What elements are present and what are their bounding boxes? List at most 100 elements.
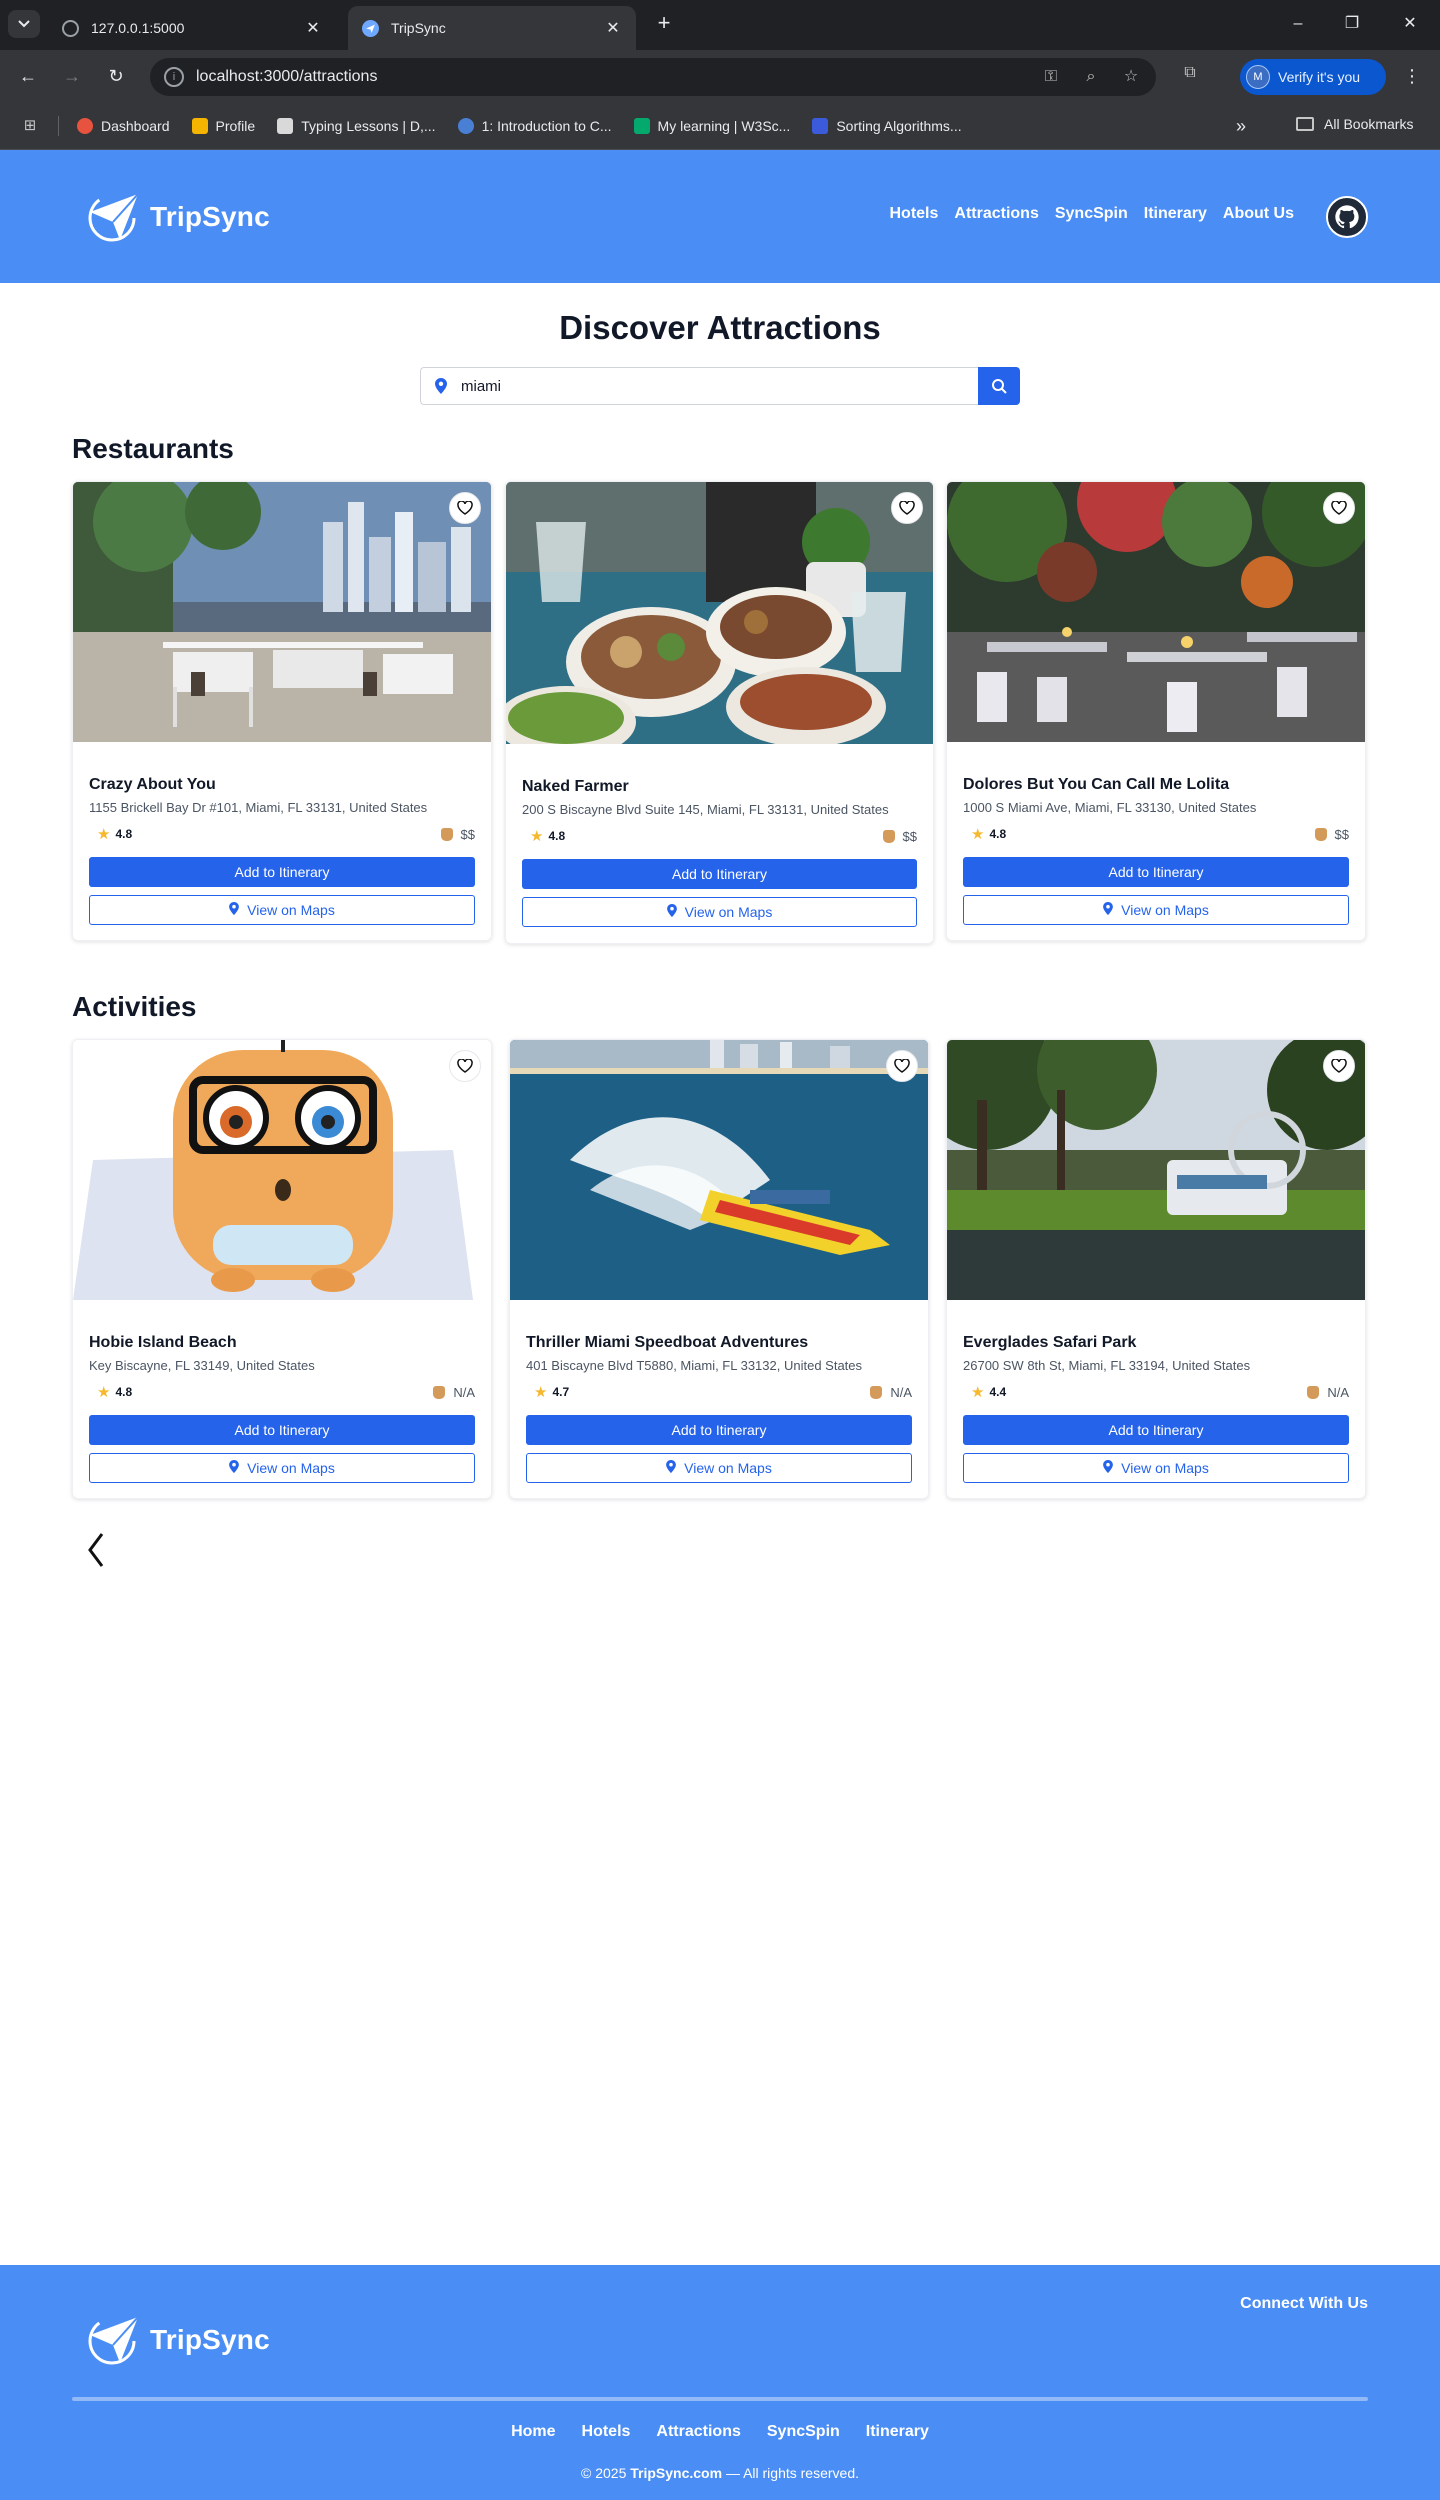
close-tab-icon[interactable]: ✕ bbox=[604, 18, 622, 38]
copyright: © 2025 TripSync.com — All rights reserve… bbox=[0, 2465, 1440, 2481]
bookmark-w3schools[interactable]: My learning | W3Sc... bbox=[633, 117, 790, 134]
search-field[interactable] bbox=[420, 367, 978, 405]
rating-value: 4.4 bbox=[989, 1385, 1007, 1399]
search-button[interactable] bbox=[978, 367, 1020, 405]
maps-label: View on Maps bbox=[684, 1460, 772, 1476]
chevron-down-icon bbox=[18, 20, 30, 28]
view-on-maps-button[interactable]: View on Maps bbox=[526, 1453, 912, 1483]
add-to-itinerary-button[interactable]: Add to Itinerary bbox=[522, 859, 917, 889]
bookmark-intro-c[interactable]: 1: Introduction to C... bbox=[457, 117, 612, 134]
favorite-button[interactable] bbox=[891, 492, 923, 524]
verify-profile-button[interactable]: M Verify it's you bbox=[1240, 59, 1386, 95]
rating-value: 4.7 bbox=[552, 1385, 570, 1399]
favorite-button[interactable] bbox=[886, 1050, 918, 1082]
restaurant-photo[interactable] bbox=[73, 482, 491, 742]
favorite-button[interactable] bbox=[449, 1050, 481, 1082]
rating: ★ 4.4 bbox=[963, 1383, 1006, 1401]
card-title: Everglades Safari Park bbox=[963, 1334, 1137, 1351]
view-on-maps-button[interactable]: View on Maps bbox=[89, 1453, 475, 1483]
password-key-icon[interactable]: ⚿ bbox=[1040, 66, 1062, 88]
copyright-brand[interactable]: TripSync.com bbox=[630, 2465, 722, 2481]
minimize-icon[interactable]: – bbox=[1286, 12, 1310, 36]
footer-brand-logo[interactable]: TripSync bbox=[86, 2313, 270, 2367]
bookmark-profile[interactable]: Profile bbox=[191, 117, 255, 134]
bookmark-typing-lessons[interactable]: Typing Lessons | D,... bbox=[277, 117, 436, 134]
paper-plane-icon bbox=[88, 2316, 139, 2365]
footer-link-attractions[interactable]: Attractions bbox=[656, 2423, 740, 2441]
bookmarks-bar: ⊞ Dashboard Profile Typing Lessons | D,.… bbox=[0, 102, 1440, 150]
rating: ★ 4.8 bbox=[89, 825, 132, 843]
maps-label: View on Maps bbox=[684, 904, 773, 920]
search-input[interactable] bbox=[461, 377, 978, 395]
price-value: $$ bbox=[1334, 826, 1349, 842]
bookmark-sorting[interactable]: Sorting Algorithms... bbox=[812, 117, 962, 134]
footer-link-syncspin[interactable]: SyncSpin bbox=[767, 2423, 840, 2441]
nav-attractions[interactable]: Attractions bbox=[954, 205, 1038, 223]
view-on-maps-button[interactable]: View on Maps bbox=[963, 1453, 1349, 1483]
address-bar[interactable]: i localhost:3000/attractions ⚿ ⌕ ☆ bbox=[150, 58, 1156, 96]
close-window-icon[interactable]: ✕ bbox=[1398, 12, 1422, 36]
add-to-itinerary-button[interactable]: Add to Itinerary bbox=[89, 1415, 475, 1445]
activity-photo[interactable] bbox=[947, 1040, 1365, 1300]
money-bag-icon bbox=[882, 829, 895, 843]
activity-photo[interactable] bbox=[73, 1040, 491, 1300]
intro-favicon-icon bbox=[457, 117, 474, 134]
bookmark-dashboard[interactable]: Dashboard bbox=[77, 117, 170, 134]
bookmark-star-icon[interactable]: ☆ bbox=[1120, 66, 1142, 88]
activity-photo[interactable] bbox=[510, 1040, 928, 1300]
view-on-maps-button[interactable]: View on Maps bbox=[522, 897, 917, 927]
add-to-itinerary-button[interactable]: Add to Itinerary bbox=[526, 1415, 912, 1445]
restaurant-photo[interactable] bbox=[947, 482, 1365, 742]
apps-grid-icon[interactable]: ⊞ bbox=[20, 116, 40, 136]
tab-search-button[interactable] bbox=[8, 10, 40, 38]
favorite-button[interactable] bbox=[449, 492, 481, 524]
extensions-puzzle-icon[interactable]: ⧉ bbox=[1178, 64, 1202, 88]
footer-link-home[interactable]: Home bbox=[511, 2423, 555, 2441]
footer-link-itinerary[interactable]: Itinerary bbox=[866, 2423, 929, 2441]
restaurant-photo[interactable] bbox=[506, 482, 933, 744]
url-text[interactable]: localhost:3000/attractions bbox=[196, 68, 1022, 86]
star-icon: ★ bbox=[971, 1384, 985, 1401]
search-bar bbox=[420, 367, 1020, 405]
forward-arrow-icon[interactable]: → bbox=[58, 62, 86, 90]
close-tab-icon[interactable]: ✕ bbox=[304, 18, 322, 38]
site-info-icon[interactable]: i bbox=[164, 67, 184, 87]
favorite-button[interactable] bbox=[1323, 1050, 1355, 1082]
nav-about-us[interactable]: About Us bbox=[1223, 205, 1294, 223]
browser-menu-icon[interactable]: ⋮ bbox=[1400, 62, 1424, 90]
rating: ★ 4.7 bbox=[526, 1383, 569, 1401]
footer-nav: Home Hotels Attractions SyncSpin Itinera… bbox=[0, 2423, 1440, 2441]
location-pin-icon bbox=[666, 1460, 677, 1476]
browser-tab-localhost-5000[interactable]: 127.0.0.1:5000 ✕ bbox=[48, 6, 336, 50]
add-to-itinerary-button[interactable]: Add to Itinerary bbox=[963, 857, 1349, 887]
more-bookmarks-icon[interactable]: » bbox=[1236, 116, 1246, 137]
reload-icon[interactable]: ↻ bbox=[102, 62, 130, 90]
brand-name: TripSync bbox=[150, 201, 270, 232]
browser-tab-tripsync[interactable]: TripSync ✕ bbox=[348, 6, 636, 50]
nav-syncspin[interactable]: SyncSpin bbox=[1055, 205, 1128, 223]
restore-icon[interactable]: ❐ bbox=[1340, 12, 1364, 36]
view-on-maps-button[interactable]: View on Maps bbox=[963, 895, 1349, 925]
footer-link-hotels[interactable]: Hotels bbox=[582, 2423, 631, 2441]
back-arrow-icon[interactable]: ← bbox=[14, 62, 42, 90]
rating: ★ 4.8 bbox=[522, 827, 565, 845]
brand-logo[interactable]: TripSync bbox=[86, 190, 270, 244]
add-to-itinerary-button[interactable]: Add to Itinerary bbox=[89, 857, 475, 887]
all-bookmarks-button[interactable]: All Bookmarks bbox=[1296, 116, 1413, 132]
page-title: Discover Attractions bbox=[559, 309, 881, 346]
tab-title: 127.0.0.1:5000 bbox=[91, 20, 185, 36]
nav-itinerary[interactable]: Itinerary bbox=[1144, 205, 1207, 223]
zoom-icon[interactable]: ⌕ bbox=[1080, 66, 1102, 88]
browser-toolbar: ← → ↻ i localhost:3000/attractions ⚿ ⌕ ☆… bbox=[0, 50, 1440, 102]
favorite-button[interactable] bbox=[1323, 492, 1355, 524]
restaurants-heading: Restaurants bbox=[72, 433, 234, 464]
nav-hotels[interactable]: Hotels bbox=[889, 205, 938, 223]
new-tab-icon[interactable]: + bbox=[650, 10, 678, 38]
view-on-maps-button[interactable]: View on Maps bbox=[89, 895, 475, 925]
carousel-prev-button[interactable] bbox=[86, 1530, 106, 1570]
card-address: 200 S Biscayne Blvd Suite 145, Miami, FL… bbox=[522, 802, 889, 817]
github-avatar[interactable] bbox=[1326, 196, 1368, 238]
card-title: Crazy About You bbox=[89, 776, 216, 793]
add-to-itinerary-button[interactable]: Add to Itinerary bbox=[963, 1415, 1349, 1445]
chevron-left-icon bbox=[88, 1533, 104, 1567]
